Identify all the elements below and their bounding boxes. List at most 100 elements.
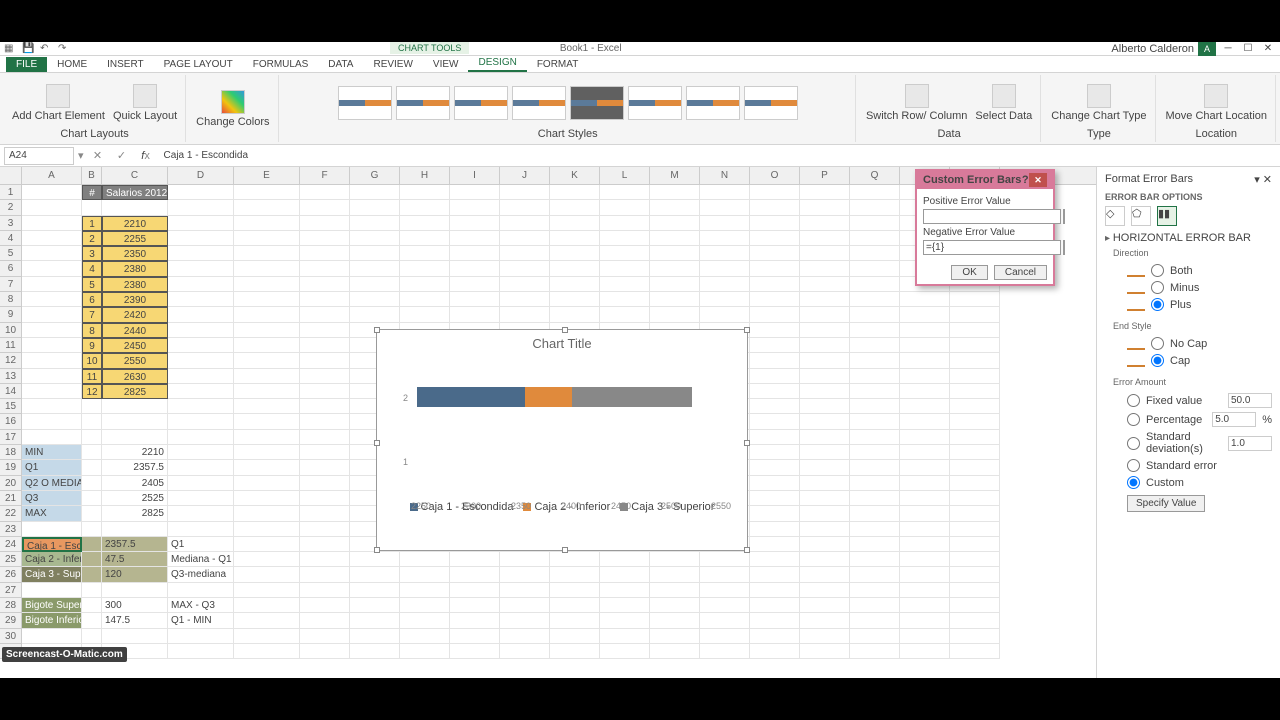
col-header[interactable]: F [300,167,350,184]
cell[interactable] [234,567,300,582]
cell[interactable] [850,583,900,598]
cell[interactable] [750,598,800,613]
cell[interactable] [800,369,850,384]
cell[interactable] [300,567,350,582]
cell[interactable] [850,246,900,261]
row-header[interactable]: 30 [0,629,22,644]
cell[interactable] [700,277,750,292]
row-header[interactable]: 23 [0,522,22,537]
cell[interactable] [82,567,102,582]
cell[interactable] [500,598,550,613]
cell[interactable] [400,216,450,231]
cell[interactable] [900,491,950,506]
cell[interactable] [650,292,700,307]
cell[interactable] [700,185,750,200]
cell[interactable] [300,537,350,552]
cell[interactable] [700,629,750,644]
cell[interactable] [450,644,500,659]
cell[interactable] [750,567,800,582]
cell[interactable] [350,231,400,246]
tab-home[interactable]: HOME [47,57,97,72]
cell[interactable] [234,522,300,537]
row-header[interactable]: 19 [0,460,22,475]
cell[interactable] [650,200,700,215]
cell[interactable] [82,522,102,537]
cell[interactable] [800,476,850,491]
cell[interactable] [650,261,700,276]
cell[interactable] [750,430,800,445]
cell[interactable] [700,231,750,246]
fx-icon[interactable]: fx [136,147,156,165]
cell[interactable] [850,522,900,537]
cell[interactable] [650,307,700,322]
cell[interactable] [234,384,300,399]
tab-format[interactable]: FORMAT [527,57,588,72]
cell[interactable] [550,292,600,307]
chart-style-4[interactable] [512,86,566,120]
cell[interactable]: Salarios 2012 [102,185,168,200]
cell[interactable] [550,629,600,644]
cell[interactable]: Mediana - Q1 [168,552,234,567]
cell[interactable] [234,460,300,475]
row-header[interactable]: 7 [0,277,22,292]
cell[interactable] [168,231,234,246]
cell[interactable] [450,292,500,307]
cell[interactable] [450,231,500,246]
cell[interactable] [350,613,400,628]
cell[interactable] [900,430,950,445]
cell[interactable] [700,216,750,231]
cell[interactable]: 2630 [102,369,168,384]
cell[interactable] [400,629,450,644]
positive-error-input[interactable] [923,209,1061,224]
cell[interactable] [950,307,1000,322]
cell[interactable] [550,644,600,659]
cell[interactable] [950,369,1000,384]
cell[interactable] [950,292,1000,307]
cell[interactable] [850,261,900,276]
cell[interactable]: Q1 [22,460,82,475]
cell[interactable] [82,629,102,644]
cell[interactable]: 1 [82,216,102,231]
cancel-button[interactable]: Cancel [994,265,1047,280]
cell[interactable] [168,369,234,384]
cell[interactable] [300,583,350,598]
row-header[interactable]: 24 [0,537,22,552]
select-all-corner[interactable] [0,167,22,184]
cell[interactable] [22,231,82,246]
cell[interactable] [900,399,950,414]
cell[interactable]: 5 [82,277,102,292]
cell[interactable] [550,552,600,567]
row-header[interactable]: 11 [0,338,22,353]
cell[interactable] [22,277,82,292]
cell[interactable] [300,613,350,628]
cell[interactable] [168,476,234,491]
cell[interactable] [300,399,350,414]
cell[interactable] [750,629,800,644]
cell[interactable] [950,491,1000,506]
tab-file[interactable]: FILE [6,57,47,72]
chart-object[interactable]: Chart Title 2122502300235024002450250025… [376,329,748,551]
cell[interactable] [168,445,234,460]
cell[interactable] [168,338,234,353]
cell[interactable]: 2210 [102,445,168,460]
cell[interactable] [82,583,102,598]
cell[interactable] [400,583,450,598]
cell[interactable] [400,200,450,215]
change-colors-button[interactable]: Change Colors [194,88,271,130]
col-header[interactable]: E [234,167,300,184]
row-header[interactable]: 13 [0,369,22,384]
cell[interactable] [300,277,350,292]
cell[interactable] [22,216,82,231]
row-header[interactable]: 20 [0,476,22,491]
cell[interactable] [300,522,350,537]
cell[interactable]: 8 [82,323,102,338]
cell[interactable] [500,644,550,659]
cell[interactable] [850,414,900,429]
cell[interactable] [600,277,650,292]
cell[interactable] [168,460,234,475]
cell[interactable] [82,460,102,475]
cell[interactable]: 2357.5 [102,460,168,475]
cell[interactable] [800,261,850,276]
cell[interactable] [800,292,850,307]
cell[interactable] [750,246,800,261]
